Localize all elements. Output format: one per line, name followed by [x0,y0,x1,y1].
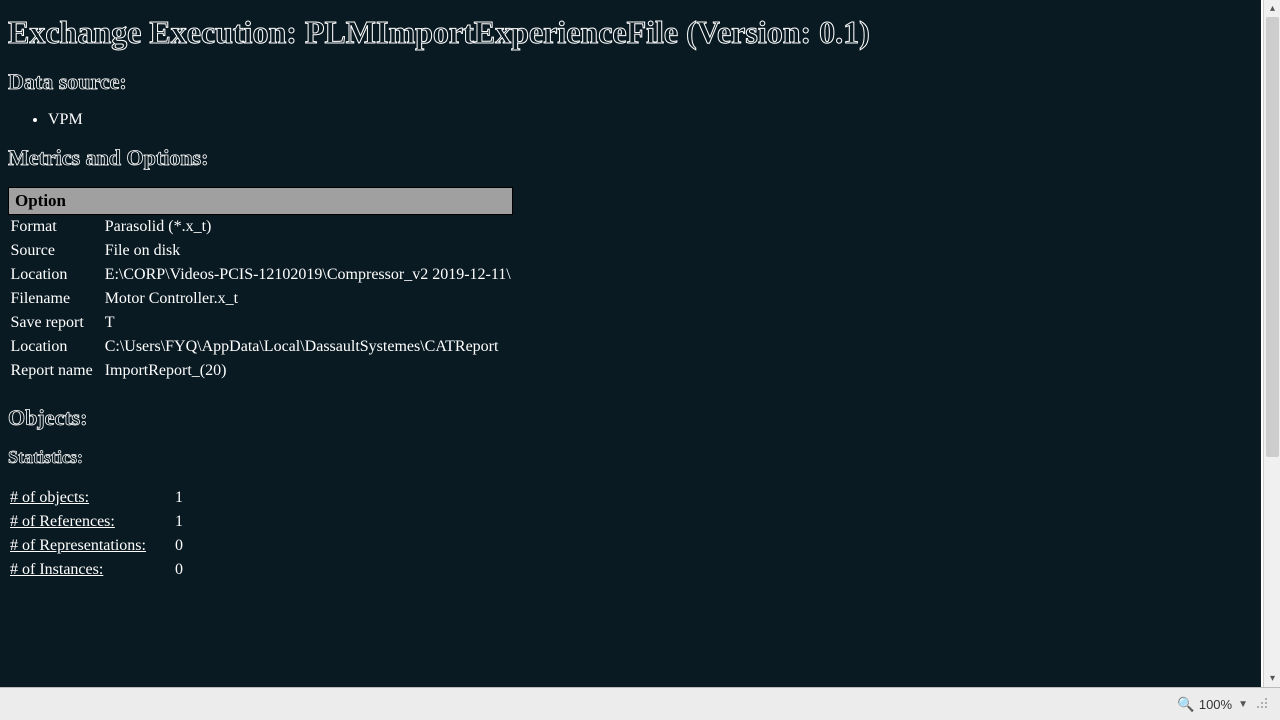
data-source-heading: Data source: [8,69,1253,95]
zoom-level[interactable]: 100% [1199,697,1232,712]
option-column-header: Option [9,188,513,215]
table-row: # of Instances:0 [8,558,185,582]
table-row: FilenameMotor Controller.x_t [9,287,513,311]
table-row: # of objects:1 [8,486,185,510]
vertical-scrollbar[interactable]: ▴ ▾ [1263,0,1280,687]
scrollbar-thumb[interactable] [1266,17,1279,457]
table-row: LocationE:\CORP\Videos-PCIS-12102019\Com… [9,263,513,287]
metrics-heading: Metrics and Options: [8,145,1253,171]
scroll-up-arrow-icon[interactable]: ▴ [1264,0,1280,17]
scroll-down-arrow-icon[interactable]: ▾ [1264,670,1280,687]
report-viewport: Exchange Execution: PLMImportExperienceF… [0,0,1261,687]
table-row: SourceFile on disk [9,239,513,263]
objects-heading: Objects: [8,405,1253,431]
data-source-list: VPM [48,111,1253,129]
table-row: FormatParasolid (*.x_t) [9,215,513,240]
resize-grip-icon[interactable] [1256,697,1270,711]
statistics-table: # of objects:1 # of References:1 # of Re… [8,486,185,582]
table-row: Save reportT [9,311,513,335]
magnifier-icon[interactable]: 🔍 [1177,696,1194,713]
table-row: Report nameImportReport_(20) [9,359,513,383]
page-title: Exchange Execution: PLMImportExperienceF… [8,14,1253,51]
status-bar: 🔍 100% ▼ [0,687,1280,720]
statistics-heading: Statistics: [8,447,1253,468]
zoom-dropdown-icon[interactable]: ▼ [1238,699,1248,710]
options-table: Option FormatParasolid (*.x_t) SourceFil… [8,187,513,383]
table-row: LocationC:\Users\FYQ\AppData\Local\Dassa… [9,335,513,359]
data-source-item: VPM [48,111,1253,129]
table-row: # of References:1 [8,510,185,534]
table-row: # of Representations:0 [8,534,185,558]
